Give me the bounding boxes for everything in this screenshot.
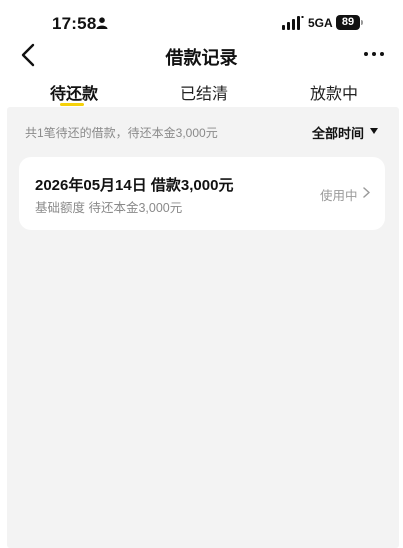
person-icon: [96, 17, 108, 29]
network-label: 5GA: [308, 16, 333, 30]
loan-card[interactable]: 2026年05月14日 借款3,000元 基础额度 待还本金3,000元 使用中: [19, 157, 385, 230]
tab-settled[interactable]: 已结清: [180, 80, 228, 104]
loan-subtitle: 基础额度 待还本金3,000元: [35, 201, 183, 215]
time-filter-dropdown[interactable]: 全部时间: [312, 123, 364, 142]
summary-text: 共1笔待还的借款，待还本金3,000元: [25, 126, 218, 140]
battery-tip: [361, 20, 363, 25]
signal-icon: [282, 16, 304, 30]
caret-down-icon[interactable]: [370, 128, 378, 134]
more-options-icon[interactable]: [362, 44, 386, 64]
tab-bar: 待还款 已结清 放款中: [0, 78, 403, 106]
tab-disbursing[interactable]: 放款中: [310, 80, 358, 104]
loan-title: 2026年05月14日 借款3,000元: [35, 177, 234, 194]
chevron-right-icon: [363, 187, 370, 198]
battery-icon: 89: [336, 15, 360, 30]
active-tab-indicator: [60, 103, 84, 106]
tab-pending-repayment[interactable]: 待还款: [50, 80, 98, 104]
status-time: 17:58: [52, 14, 97, 33]
loan-status: 使用中: [320, 189, 358, 203]
nav-bar: 借款记录: [0, 36, 403, 74]
page-title: 借款记录: [165, 48, 238, 68]
loan-records-page: 17:58 5GA 89 借款记录 待还款 已结清 放款中 共1笔待还的借款，待…: [0, 0, 403, 548]
